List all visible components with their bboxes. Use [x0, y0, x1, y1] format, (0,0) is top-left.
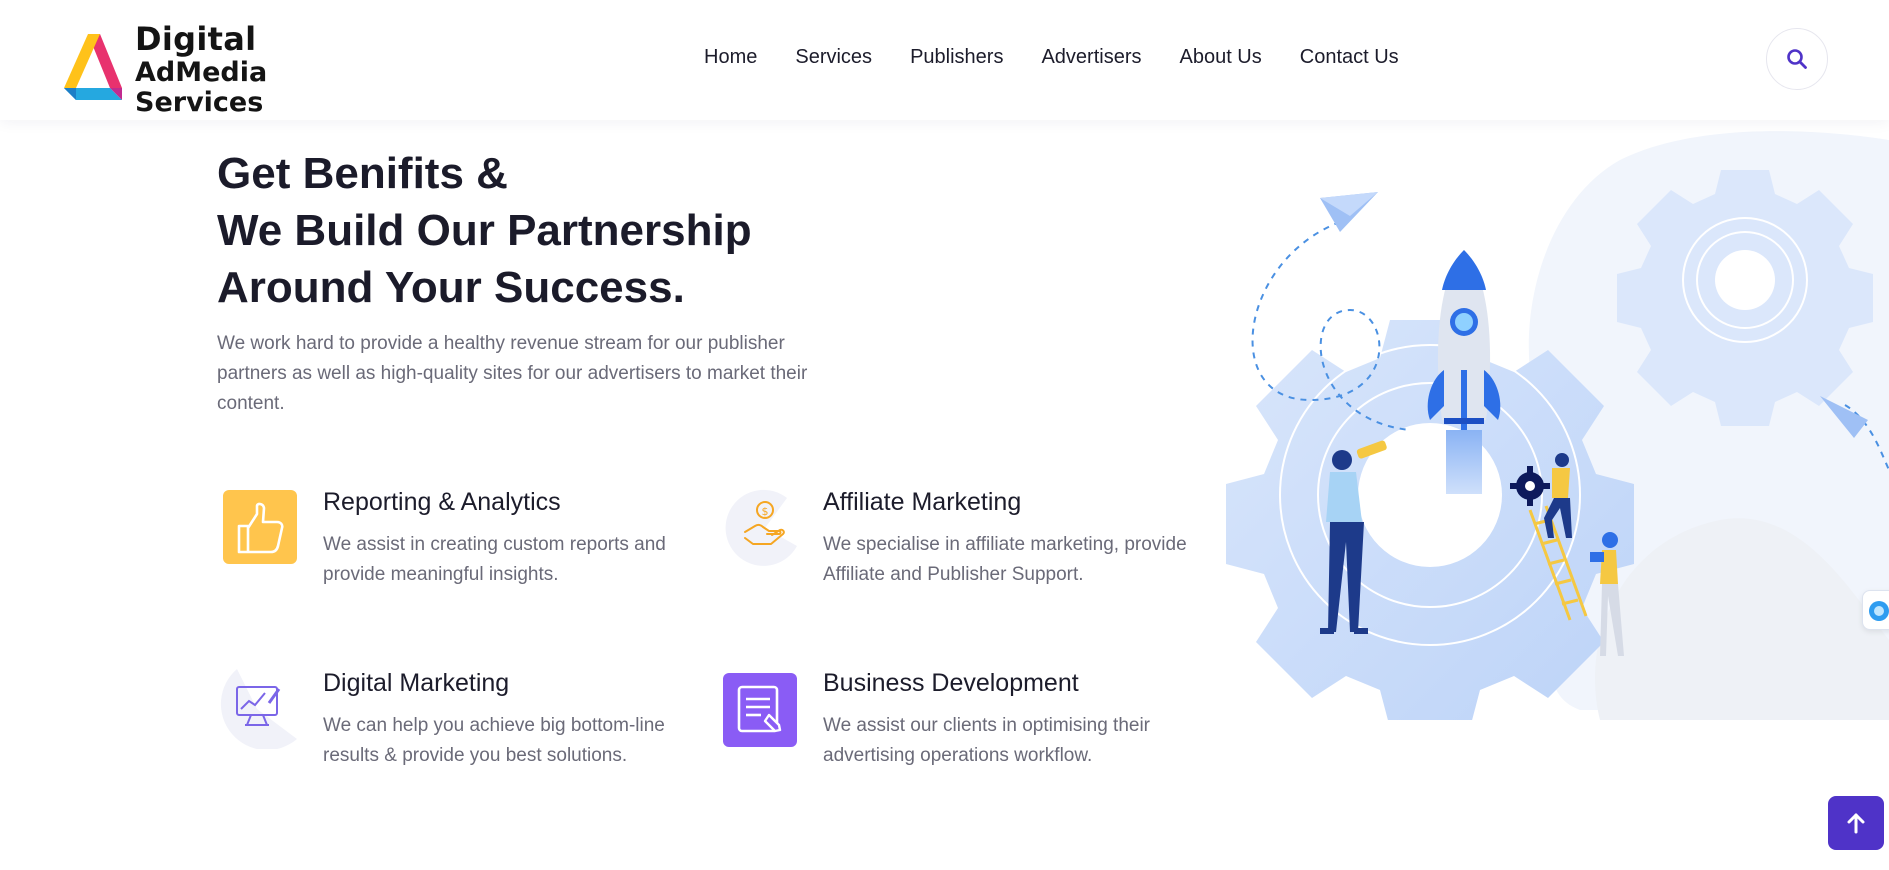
main-nav: Home Services Publishers Advertisers Abo…	[704, 46, 1437, 69]
feature-digital-marketing: Digital Marketing We can help you achiev…	[217, 669, 677, 789]
chat-widget-button[interactable]	[1862, 590, 1889, 630]
nav-advertisers[interactable]: Advertisers	[1041, 46, 1141, 69]
hero-title-line: We Build Our Partnership	[217, 206, 752, 255]
brand-line2: AdMedia Services	[135, 57, 268, 119]
nav-home[interactable]: Home	[704, 46, 757, 69]
brand-line1: Digital	[135, 20, 257, 59]
monitor-chart-icon	[217, 669, 297, 751]
feature-reporting-analytics: Reporting & Analytics We assist in creat…	[217, 488, 677, 608]
feature-affiliate-marketing: $ Affiliate Marketing We specialise in a…	[717, 488, 1187, 608]
document-edit-icon	[717, 669, 797, 749]
thumbs-up-icon	[217, 488, 297, 568]
nav-publishers[interactable]: Publishers	[910, 46, 1003, 69]
hero-description: We work hard to provide a healthy revenu…	[217, 333, 808, 414]
feature-description: We assist our clients in optimising thei…	[823, 715, 1150, 766]
hero-title: Get Benifits & We Build Our Partnership …	[217, 145, 917, 316]
hand-coin-icon: $	[717, 488, 797, 568]
feature-description: We can help you achieve big bottom-line …	[323, 715, 665, 766]
site-header: Digital AdMedia Services Home Services P…	[0, 0, 1889, 120]
feature-description: We specialise in affiliate marketing, pr…	[823, 534, 1187, 585]
feature-description: We assist in creating custom reports and…	[323, 534, 666, 585]
arrow-up-icon	[1847, 813, 1865, 834]
feature-title: Business Development	[823, 669, 1079, 697]
brand-logo[interactable]: Digital AdMedia Services	[60, 22, 380, 118]
feature-title: Digital Marketing	[323, 669, 510, 697]
feature-title: Affiliate Marketing	[823, 488, 1022, 516]
brand-name: Digital AdMedia Services	[135, 22, 380, 118]
search-button[interactable]	[1766, 28, 1828, 90]
nav-about-us[interactable]: About Us	[1179, 46, 1261, 69]
nav-services[interactable]: Services	[795, 46, 872, 69]
chat-icon	[1869, 601, 1889, 621]
nav-contact-us[interactable]: Contact Us	[1300, 46, 1399, 69]
hero-illustration	[1200, 120, 1889, 728]
feature-title: Reporting & Analytics	[323, 488, 561, 516]
hero-title-line: Around Your Success.	[217, 263, 685, 312]
hero-title-line: Get Benifits &	[217, 149, 508, 198]
logo-triangle-icon	[60, 30, 126, 110]
scroll-to-top-button[interactable]	[1828, 796, 1884, 850]
search-icon	[1787, 49, 1807, 69]
feature-business-development: Business Development We assist our clien…	[717, 669, 1177, 789]
svg-text:$: $	[762, 505, 769, 518]
